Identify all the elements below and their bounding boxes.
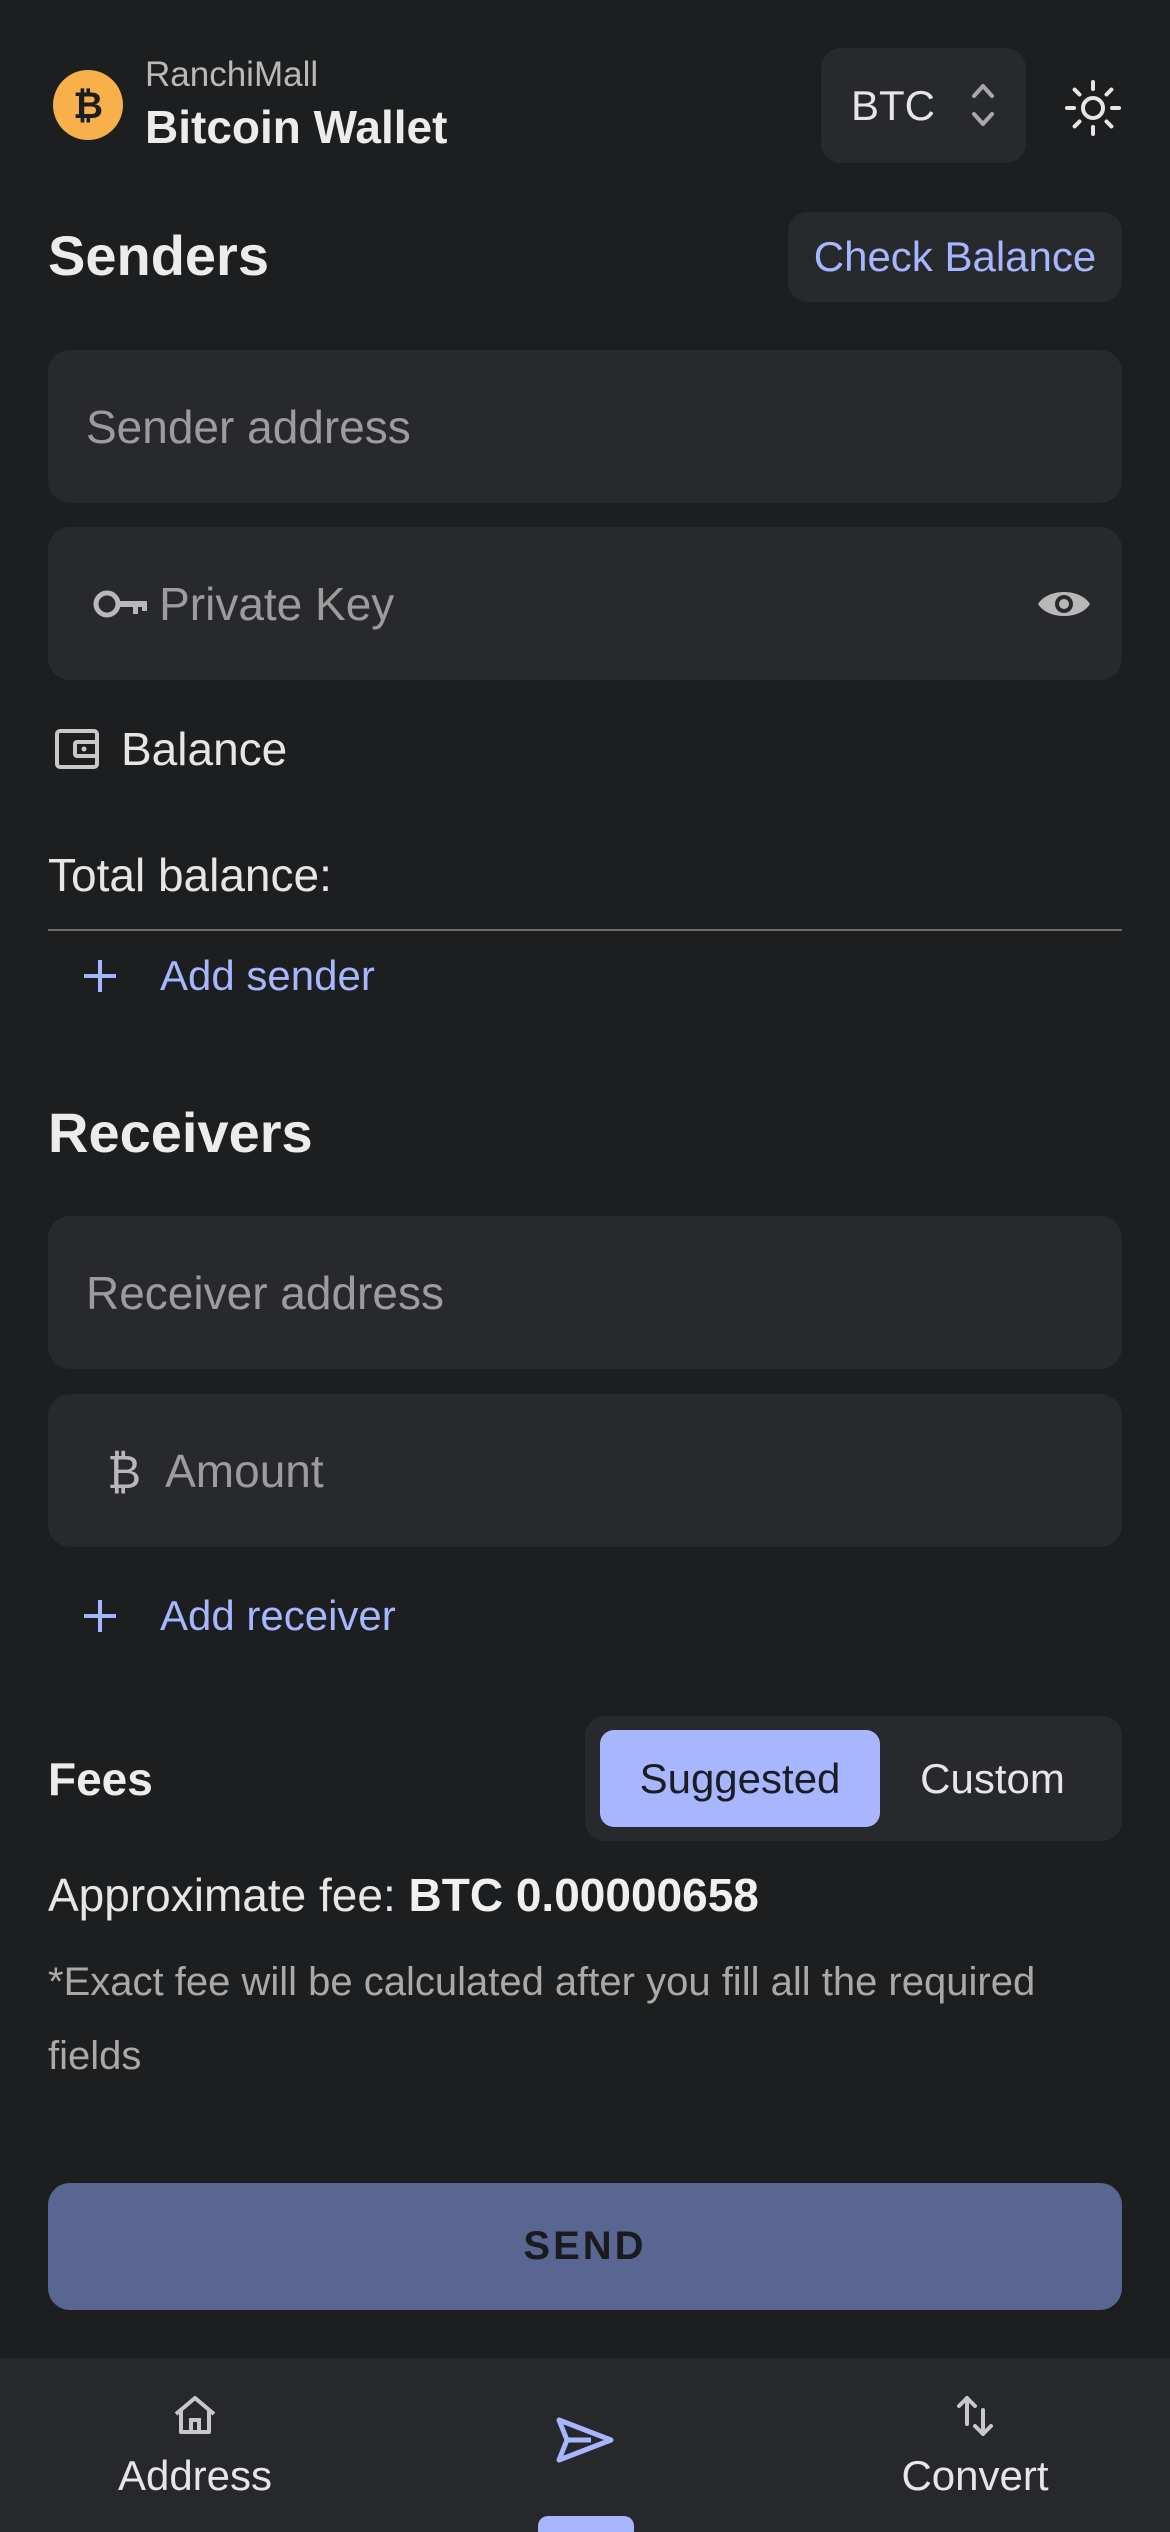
amount-field[interactable]: ₿ <box>48 1393 1122 1548</box>
home-icon <box>174 2396 216 2434</box>
private-key-field[interactable] <box>48 526 1122 681</box>
add-sender-button[interactable]: Add sender <box>70 952 375 1000</box>
app-header: ₿ RanchiMall Bitcoin Wallet BTC <box>0 0 1170 210</box>
plus-icon <box>70 1596 130 1636</box>
bitcoin-logo-icon: ₿ <box>53 70 123 140</box>
bottom-nav: Address Convert <box>0 2358 1170 2532</box>
fee-option-custom[interactable]: Custom <box>880 1730 1105 1827</box>
check-balance-button[interactable]: Check Balance <box>788 212 1122 302</box>
receiver-address-field[interactable] <box>48 1215 1122 1370</box>
balance-label: Balance <box>121 723 288 775</box>
svg-text:₿: ₿ <box>73 84 103 127</box>
nav-send[interactable] <box>535 2358 635 2532</box>
divider <box>48 929 1122 931</box>
fee-option-suggested[interactable]: Suggested <box>600 1730 880 1827</box>
receiver-address-input[interactable] <box>48 1215 1122 1370</box>
approximate-fee-label: Approximate fee: <box>48 1869 396 1921</box>
approximate-fee-value: BTC 0.00000658 <box>408 1869 759 1921</box>
bitcoin-icon: ₿ <box>88 1446 159 1496</box>
receivers-title: Receivers <box>48 1101 313 1164</box>
add-receiver-label: Add receiver <box>160 1592 396 1639</box>
approximate-fee: Approximate fee: BTC 0.00000658 <box>48 1868 759 1922</box>
nav-convert-label: Convert <box>901 2452 1049 2499</box>
balance-row: Balance <box>53 722 287 776</box>
fees-title: Fees <box>48 1753 153 1805</box>
svg-text:₿: ₿ <box>107 1446 141 1496</box>
amount-input[interactable] <box>159 1393 1122 1548</box>
senders-title: Senders <box>48 224 269 287</box>
eye-icon[interactable] <box>1035 586 1092 622</box>
coin-selector-value: BTC <box>851 81 935 129</box>
total-balance-label: Total balance: <box>48 849 332 901</box>
private-key-input[interactable] <box>153 526 1036 681</box>
send-icon <box>556 2417 614 2463</box>
fee-mode-toggle: Suggested Custom <box>585 1716 1122 1841</box>
send-page: ₿ RanchiMall Bitcoin Wallet BTC Senders … <box>0 0 1170 2532</box>
brand-subtitle: RanchiMall <box>145 55 319 94</box>
coin-selector[interactable]: BTC <box>821 48 1026 163</box>
theme-toggle-button[interactable] <box>1063 78 1123 138</box>
plus-icon <box>70 956 130 996</box>
key-icon <box>88 589 153 619</box>
wallet-icon <box>55 729 99 769</box>
nav-address[interactable]: Address <box>95 2358 295 2532</box>
send-button[interactable]: SEND <box>48 2183 1122 2310</box>
nav-convert[interactable]: Convert <box>875 2358 1075 2532</box>
chevron-up-down-icon <box>972 84 994 126</box>
sender-address-field[interactable] <box>48 349 1122 504</box>
add-sender-label: Add sender <box>160 952 375 999</box>
swap-arrows-icon <box>957 2396 993 2436</box>
sun-icon <box>1065 80 1121 136</box>
fee-note: *Exact fee will be calculated after you … <box>48 1960 1036 2078</box>
sender-address-input[interactable] <box>48 349 1122 504</box>
nav-address-label: Address <box>117 2452 273 2499</box>
active-nav-indicator <box>538 2516 634 2532</box>
add-receiver-button[interactable]: Add receiver <box>70 1592 396 1640</box>
app-title: Bitcoin Wallet <box>145 101 448 153</box>
